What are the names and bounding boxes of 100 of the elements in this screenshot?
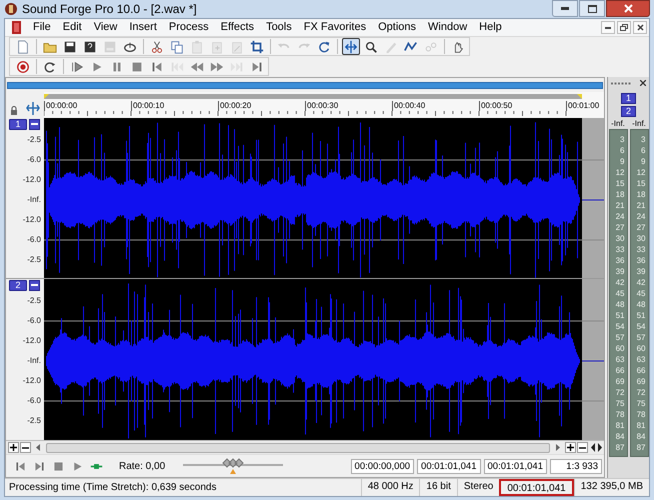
time-field: 00:01:01,041 [484, 458, 547, 474]
clipboard-icon [210, 40, 224, 54]
cursor-button[interactable] [342, 38, 360, 55]
ruler-tool-icon[interactable] [26, 102, 40, 115]
copy-button[interactable] [168, 38, 186, 55]
fit-width-icon[interactable] [591, 443, 602, 452]
status-field: 132 395,0 MB [574, 479, 649, 496]
restore-button[interactable] [617, 21, 631, 34]
lock-icon[interactable] [10, 106, 18, 115]
close-button[interactable] [633, 21, 647, 34]
zoom-in-button[interactable] [8, 442, 19, 453]
minus-icon [579, 446, 586, 448]
meter-channel-button[interactable]: 1 [621, 93, 636, 104]
meter-scale-label: 24 [614, 211, 626, 222]
meter-channel-button[interactable]: 2 [621, 106, 636, 117]
db-label: -2.5 [26, 415, 42, 427]
channel-button[interactable]: 1 [9, 118, 27, 130]
go-to-start-icon[interactable] [14, 460, 27, 472]
menu-item[interactable]: Process [162, 19, 215, 36]
time-ruler[interactable]: 00:00:00 00:00:10 00:00:20 00:00:30 00:00:40 00:00:50 00:01:00 [44, 92, 604, 118]
rate-slider[interactable] [183, 458, 284, 474]
meter-scale-label: 36 [614, 255, 626, 266]
time-label: 00:00:50 [479, 101, 566, 111]
meter-scale-label: 39 [636, 266, 646, 277]
record-icon [16, 60, 30, 74]
minimize-button[interactable] [552, 0, 578, 17]
close-button[interactable] [606, 0, 650, 17]
scrollbar-thumb[interactable] [46, 442, 550, 452]
menu-item[interactable]: File [27, 19, 57, 36]
db-label: -6.0 [26, 315, 42, 327]
menu-item[interactable]: Window [422, 19, 474, 36]
overview-bar[interactable] [7, 82, 603, 88]
db-label: -12.0 [22, 375, 42, 387]
collapse-button[interactable] [29, 280, 40, 290]
meter-scale-label: 69 [636, 376, 646, 387]
zoom-out-button[interactable] [20, 442, 31, 453]
meter-scale-label: 48 [614, 299, 626, 310]
copy-icon [170, 40, 184, 54]
menu-item[interactable]: Options [372, 19, 422, 36]
time-label: 00:00:40 [392, 101, 479, 111]
meter-scale-label: 33 [614, 244, 626, 255]
menu-item[interactable]: View [88, 19, 124, 36]
menu-item[interactable]: Effects [214, 19, 260, 36]
menu-item[interactable]: Help [473, 19, 508, 36]
collapse-button[interactable] [29, 118, 40, 130]
menu-item[interactable]: Tools [260, 19, 298, 36]
scroll-right-icon[interactable] [554, 444, 561, 451]
meter-scale-label: 72 [614, 387, 626, 398]
meter-scale-label: 60 [636, 343, 646, 354]
grip-icon[interactable] [611, 82, 631, 84]
meter-scale-label: 39 [614, 266, 626, 277]
meter-scale-label: 9 [640, 156, 646, 167]
time-label: 00:00:20 [218, 101, 305, 111]
zoom-out-button[interactable] [577, 442, 588, 453]
peak-label: -Inf. [632, 119, 646, 129]
db-label: -6.0 [26, 395, 42, 407]
status-message: Processing time (Time Stretch): 0,639 seconds [8, 481, 216, 495]
waveform-drawing[interactable] [44, 118, 604, 278]
meter-scale-label: 75 [614, 398, 626, 409]
menu-item[interactable]: Edit [56, 19, 88, 36]
channel-button[interactable]: 2 [9, 280, 27, 290]
meter-scale-label: 78 [636, 409, 646, 420]
meter-scale-label: 51 [614, 310, 626, 321]
go-to-end-icon[interactable] [33, 460, 46, 472]
maximize-button[interactable] [579, 0, 605, 17]
peak-label: -Inf. [611, 119, 625, 129]
meter-scale-label: 84 [636, 431, 646, 442]
time-label: 00:00:30 [305, 101, 392, 111]
minus-icon [22, 446, 29, 448]
close-icon[interactable] [640, 80, 646, 86]
slider-thumb[interactable] [221, 458, 246, 474]
maximize-icon [588, 4, 596, 12]
menu-item[interactable]: Insert [123, 19, 163, 36]
previous-icon [170, 60, 184, 74]
meter-scale-label: 66 [636, 365, 646, 376]
next-icon [230, 60, 244, 74]
db-label: -12.0 [22, 174, 42, 186]
zoom-in-button[interactable] [565, 442, 576, 453]
db-label: -6.0 [26, 234, 42, 246]
marker-icon[interactable] [44, 94, 49, 99]
status-field: 16 bit [419, 479, 457, 496]
minimize-button[interactable] [601, 21, 615, 34]
meter-scale-label: 15 [614, 178, 626, 189]
meter-scale-label: 36 [636, 255, 646, 266]
scroll-left-icon[interactable] [35, 444, 42, 451]
minus-icon [31, 284, 38, 286]
menu-item[interactable]: FX Favorites [298, 19, 372, 36]
waveform-drawing[interactable] [44, 279, 604, 441]
meter-scale-label: 30 [636, 233, 646, 244]
marker-bar[interactable] [44, 94, 582, 99]
stop-icon[interactable] [52, 460, 65, 472]
meter-scale-label: 15 [636, 178, 646, 189]
marker-icon[interactable] [577, 94, 582, 99]
time-label: 00:00:00 [44, 101, 131, 111]
minus-icon [31, 123, 38, 125]
db-label: -12.0 [22, 214, 42, 226]
meter-scale-label: 81 [614, 420, 626, 431]
time-label: 00:00:10 [131, 101, 218, 111]
meter-scale-label: 6 [640, 145, 646, 156]
db-label: -2.5 [26, 295, 42, 307]
